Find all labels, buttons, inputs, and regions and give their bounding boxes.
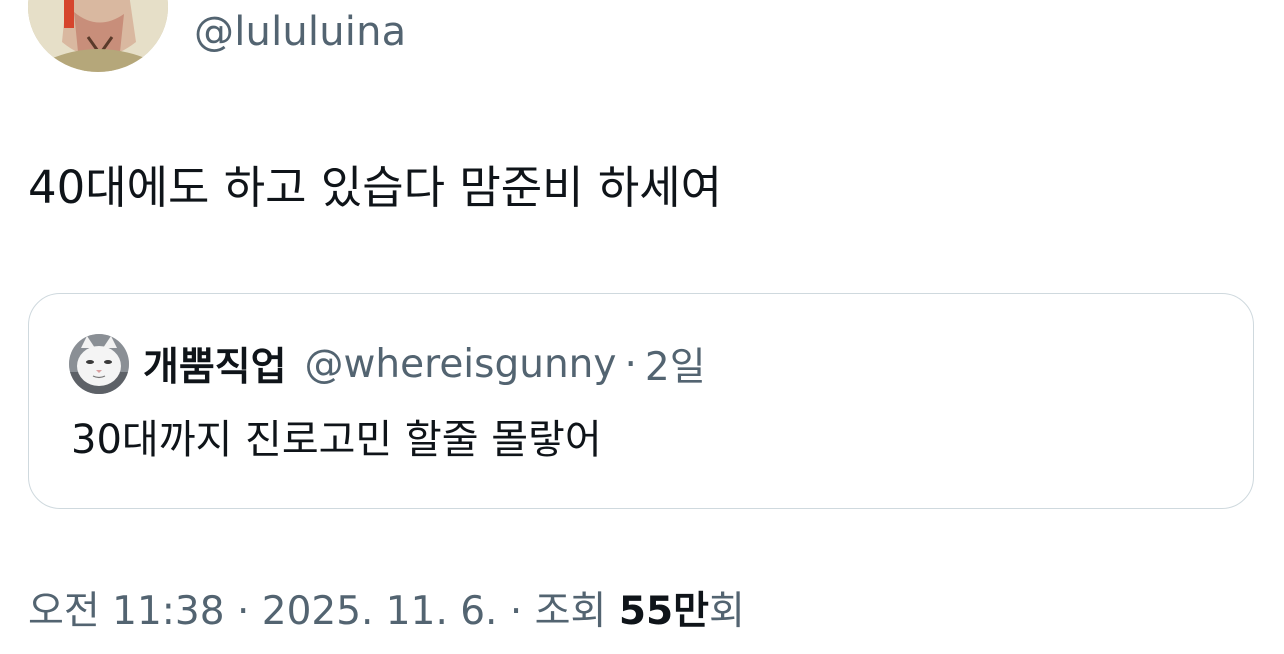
tweet-timestamp[interactable]: 오전 11:38	[28, 589, 225, 634]
tweet-detail: @lululuina 40대에도 하고 있습다 맘준비 하세여 개뿜직업 @wh…	[0, 0, 1284, 654]
quoted-tweet-card[interactable]: 개뿜직업 @whereisgunny · 2일 30대까지 진로고민 할줄 몰랗…	[28, 293, 1254, 509]
meta-separator: ·	[224, 589, 262, 634]
meta-separator: ·	[497, 589, 535, 634]
quoted-tweet-header: 개뿜직업 @whereisgunny · 2일	[143, 336, 706, 392]
views-label: 조회	[534, 589, 619, 634]
quoted-separator: ·	[624, 341, 637, 387]
tweet-text: 40대에도 하고 있습다 맘준비 하세여	[28, 161, 723, 214]
author-avatar[interactable]	[28, 0, 168, 72]
author-avatar-image	[28, 0, 168, 72]
tweet-meta: 오전 11:38 · 2025. 11. 6. · 조회 55만회	[28, 586, 745, 638]
author-handle[interactable]: @lululuina	[194, 8, 406, 56]
quoted-author-name[interactable]: 개뿜직업	[143, 336, 287, 392]
views-unit: 회	[708, 589, 745, 634]
cat-avatar-image	[69, 334, 129, 394]
tweet-date[interactable]: 2025. 11. 6.	[262, 589, 498, 634]
quoted-tweet-time[interactable]: 2일	[645, 336, 706, 392]
views-count[interactable]: 55만	[619, 589, 709, 634]
quoted-author-avatar[interactable]	[69, 334, 129, 394]
quoted-tweet-text: 30대까지 진로고민 할줄 몰랗어	[71, 417, 602, 463]
quoted-author-handle[interactable]: @whereisgunny	[305, 342, 617, 387]
